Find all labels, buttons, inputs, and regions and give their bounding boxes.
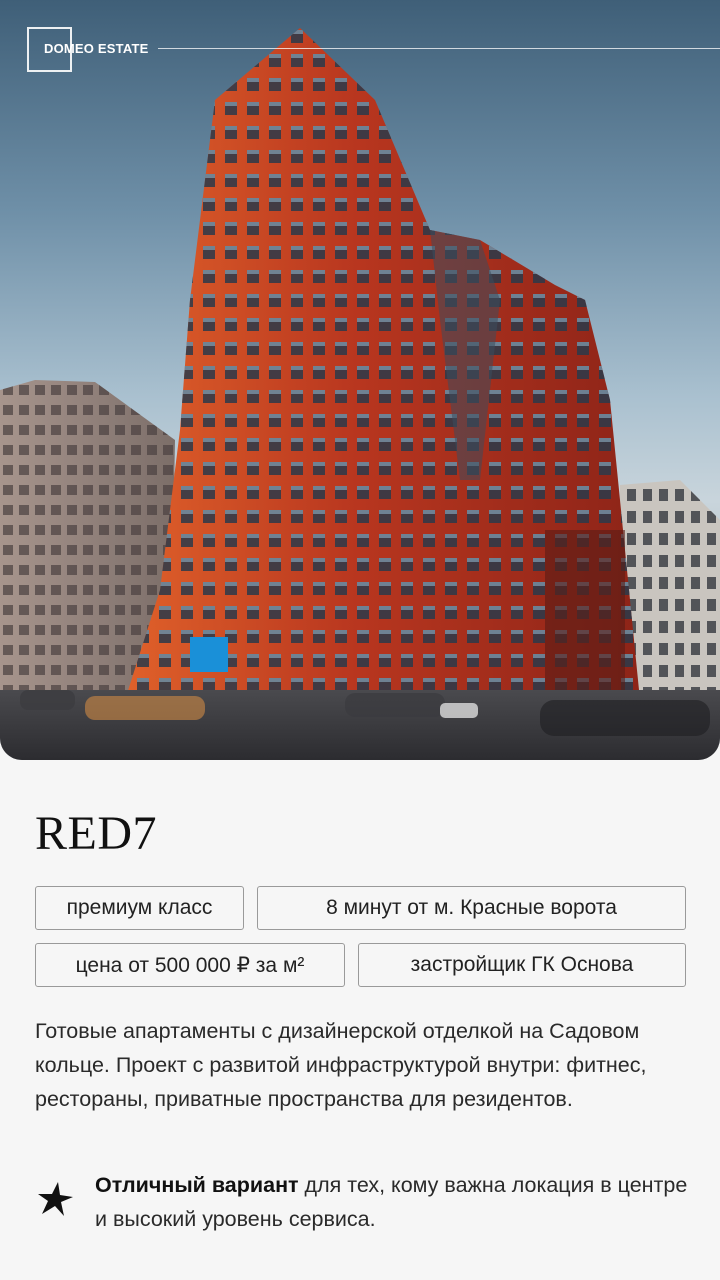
header-divider: [158, 48, 720, 49]
brand-logo: DOMEO ESTATE: [44, 41, 149, 56]
tag-metro: 8 минут от м. Красные ворота: [257, 886, 686, 930]
sparkle-star-icon: [38, 1182, 73, 1216]
tag-price: цена от 500 000 ₽ за м²: [35, 943, 345, 987]
highlight-text: Отличный вариант для тех, кому важна лок…: [95, 1168, 695, 1236]
tag-class: премиум класс: [35, 886, 244, 930]
building-illustration: [0, 28, 720, 760]
tag-developer: застройщик ГК Основа: [358, 943, 686, 987]
highlight-bold: Отличный вариант: [95, 1173, 299, 1197]
project-title: RED7: [35, 807, 157, 860]
project-description: Готовые апартаменты с дизайнерской отдел…: [35, 1019, 647, 1111]
hero-photo: DOMEO ESTATE: [0, 0, 720, 760]
